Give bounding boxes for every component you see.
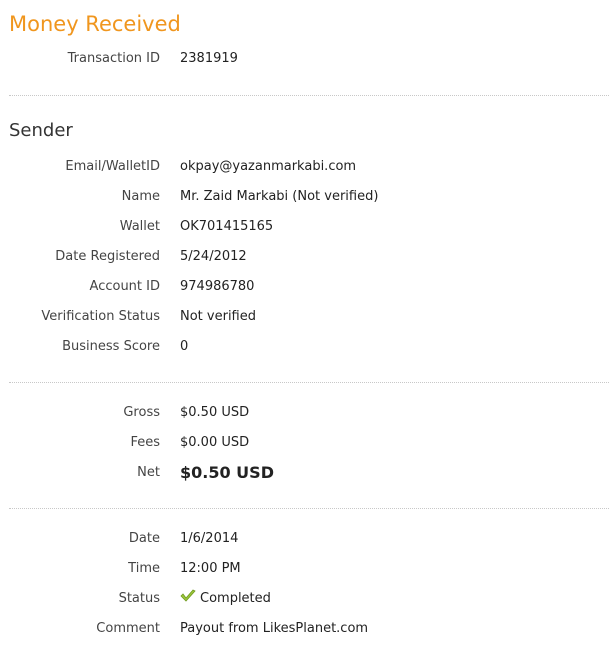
gross-row: Gross $0.50 USD bbox=[0, 402, 609, 424]
sender-wallet-value: OK701415165 bbox=[180, 219, 274, 234]
divider bbox=[9, 382, 609, 383]
comment-label: Comment bbox=[96, 621, 160, 636]
status-row: Status Completed bbox=[0, 588, 609, 610]
gross-label: Gross bbox=[123, 405, 160, 420]
sender-email-row: Email/WalletID okpay@yazanmarkabi.com bbox=[0, 156, 609, 178]
comment-row: Comment Payout from LikesPlanet.com bbox=[0, 618, 609, 640]
date-row: Date 1/6/2014 bbox=[0, 528, 609, 550]
time-row: Time 12:00 PM bbox=[0, 558, 609, 580]
page-title: Money Received bbox=[9, 12, 181, 36]
sender-account-id-value: 974986780 bbox=[180, 279, 255, 294]
date-value: 1/6/2014 bbox=[180, 531, 239, 546]
sender-wallet-row: Wallet OK701415165 bbox=[0, 216, 609, 238]
fees-label: Fees bbox=[130, 435, 160, 450]
divider bbox=[9, 95, 609, 96]
comment-value: Payout from LikesPlanet.com bbox=[180, 621, 369, 636]
net-value: $0.50 USD bbox=[180, 463, 274, 482]
net-label: Net bbox=[137, 465, 160, 480]
sender-email-label: Email/WalletID bbox=[65, 159, 160, 174]
sender-verification-status-label: Verification Status bbox=[41, 309, 160, 324]
transaction-id-row: Transaction ID 2381919 bbox=[0, 48, 609, 70]
sender-name-label: Name bbox=[121, 189, 160, 204]
sender-business-score-label: Business Score bbox=[62, 339, 160, 354]
divider bbox=[9, 508, 609, 509]
sender-account-id-row: Account ID 974986780 bbox=[0, 276, 609, 298]
sender-business-score-value: 0 bbox=[180, 339, 189, 354]
sender-date-registered-label: Date Registered bbox=[55, 249, 160, 264]
sender-section-title: Sender bbox=[9, 120, 73, 141]
net-row: Net $0.50 USD bbox=[0, 462, 609, 484]
transaction-id-value: 2381919 bbox=[180, 51, 238, 66]
sender-name-value: Mr. Zaid Markabi (Not verified) bbox=[180, 189, 379, 204]
check-icon-svg bbox=[180, 589, 196, 602]
transaction-id-label: Transaction ID bbox=[67, 51, 160, 66]
check-icon bbox=[180, 589, 196, 603]
time-label: Time bbox=[128, 561, 160, 576]
sender-account-id-label: Account ID bbox=[89, 279, 160, 294]
status-value: Completed bbox=[200, 591, 271, 606]
fees-value: $0.00 USD bbox=[180, 435, 250, 450]
gross-value: $0.50 USD bbox=[180, 405, 250, 420]
sender-date-registered-row: Date Registered 5/24/2012 bbox=[0, 246, 609, 268]
fees-row: Fees $0.00 USD bbox=[0, 432, 609, 454]
status-label: Status bbox=[118, 591, 160, 606]
sender-verification-status-value: Not verified bbox=[180, 309, 256, 324]
sender-date-registered-value: 5/24/2012 bbox=[180, 249, 247, 264]
sender-business-score-row: Business Score 0 bbox=[0, 336, 609, 358]
date-label: Date bbox=[128, 531, 160, 546]
sender-wallet-label: Wallet bbox=[119, 219, 160, 234]
time-value: 12:00 PM bbox=[180, 561, 241, 576]
sender-verification-status-row: Verification Status Not verified bbox=[0, 306, 609, 328]
sender-email-value: okpay@yazanmarkabi.com bbox=[180, 159, 357, 174]
status-value-wrap: Completed bbox=[180, 588, 271, 610]
sender-name-row: Name Mr. Zaid Markabi (Not verified) bbox=[0, 186, 609, 208]
